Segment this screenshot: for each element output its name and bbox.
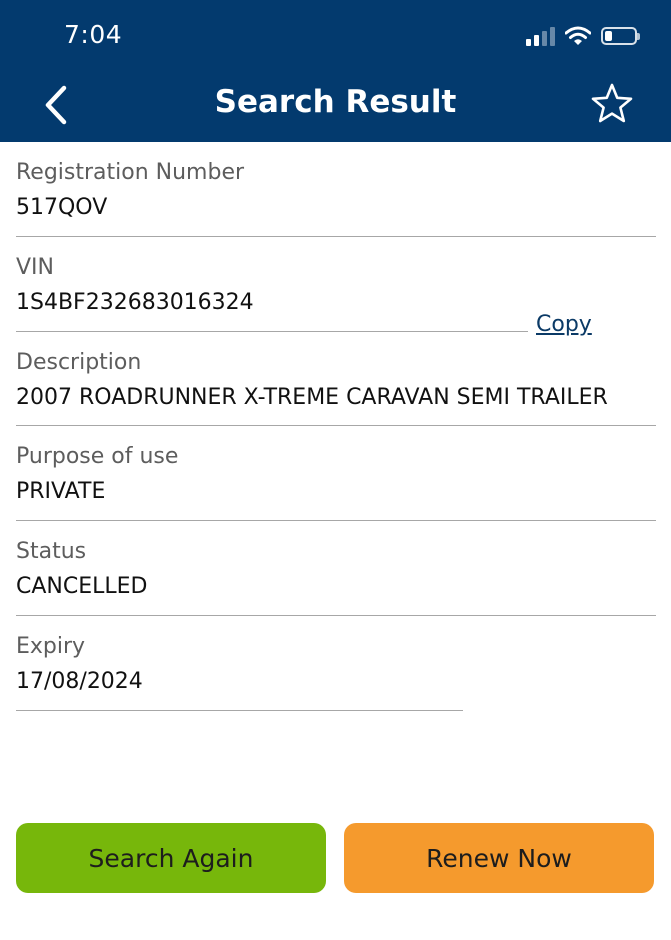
field-value: PRIVATE (16, 479, 106, 505)
field-value: 2007 ROADRUNNER X-TREME CARAVAN SEMI TRA… (16, 384, 608, 410)
button-label: Search Again (88, 843, 254, 873)
purpose-of-use-field: Purpose of use PRIVATE (16, 426, 656, 522)
expiry-field: Expiry 17/08/2024 (16, 616, 656, 711)
field-value: 517QOV (16, 195, 108, 220)
copy-vin-link[interactable]: Copy (536, 312, 592, 337)
app-header: 7:04 Search Result (0, 0, 671, 142)
field-label: Description (16, 349, 142, 375)
description-field: Description 2007 ROADRUNNER X-TREME CARA… (16, 332, 656, 427)
field-label: Purpose of use (16, 444, 179, 470)
field-label: VIN (16, 254, 54, 280)
search-again-button[interactable]: Search Again (16, 823, 326, 893)
battery-level (605, 31, 612, 41)
renew-now-button[interactable]: Renew Now (344, 823, 654, 893)
field-value: 17/08/2024 (16, 668, 143, 694)
divider (16, 709, 463, 711)
registration-number-field: Registration Number 517QOV (16, 142, 656, 237)
button-label: Renew Now (426, 843, 572, 873)
field-label: Expiry (16, 633, 86, 659)
status-icons (526, 22, 640, 50)
wifi-icon (565, 26, 591, 45)
field-value: CANCELLED (16, 574, 148, 600)
status-field: Status CANCELLED (16, 521, 656, 616)
page-title: Search Result (214, 84, 457, 120)
favorite-star-icon[interactable] (588, 80, 636, 128)
field-label: Registration Number (16, 160, 245, 185)
field-value: 1S4BF232683016324 (16, 289, 254, 315)
vehicle-details: Registration Number 517QOV VIN 1S4BF2326… (16, 142, 656, 711)
cellular-signal-icon (526, 26, 555, 46)
status-time: 7:04 (64, 20, 123, 49)
battery-icon (601, 27, 640, 45)
field-label: Status (16, 539, 87, 565)
